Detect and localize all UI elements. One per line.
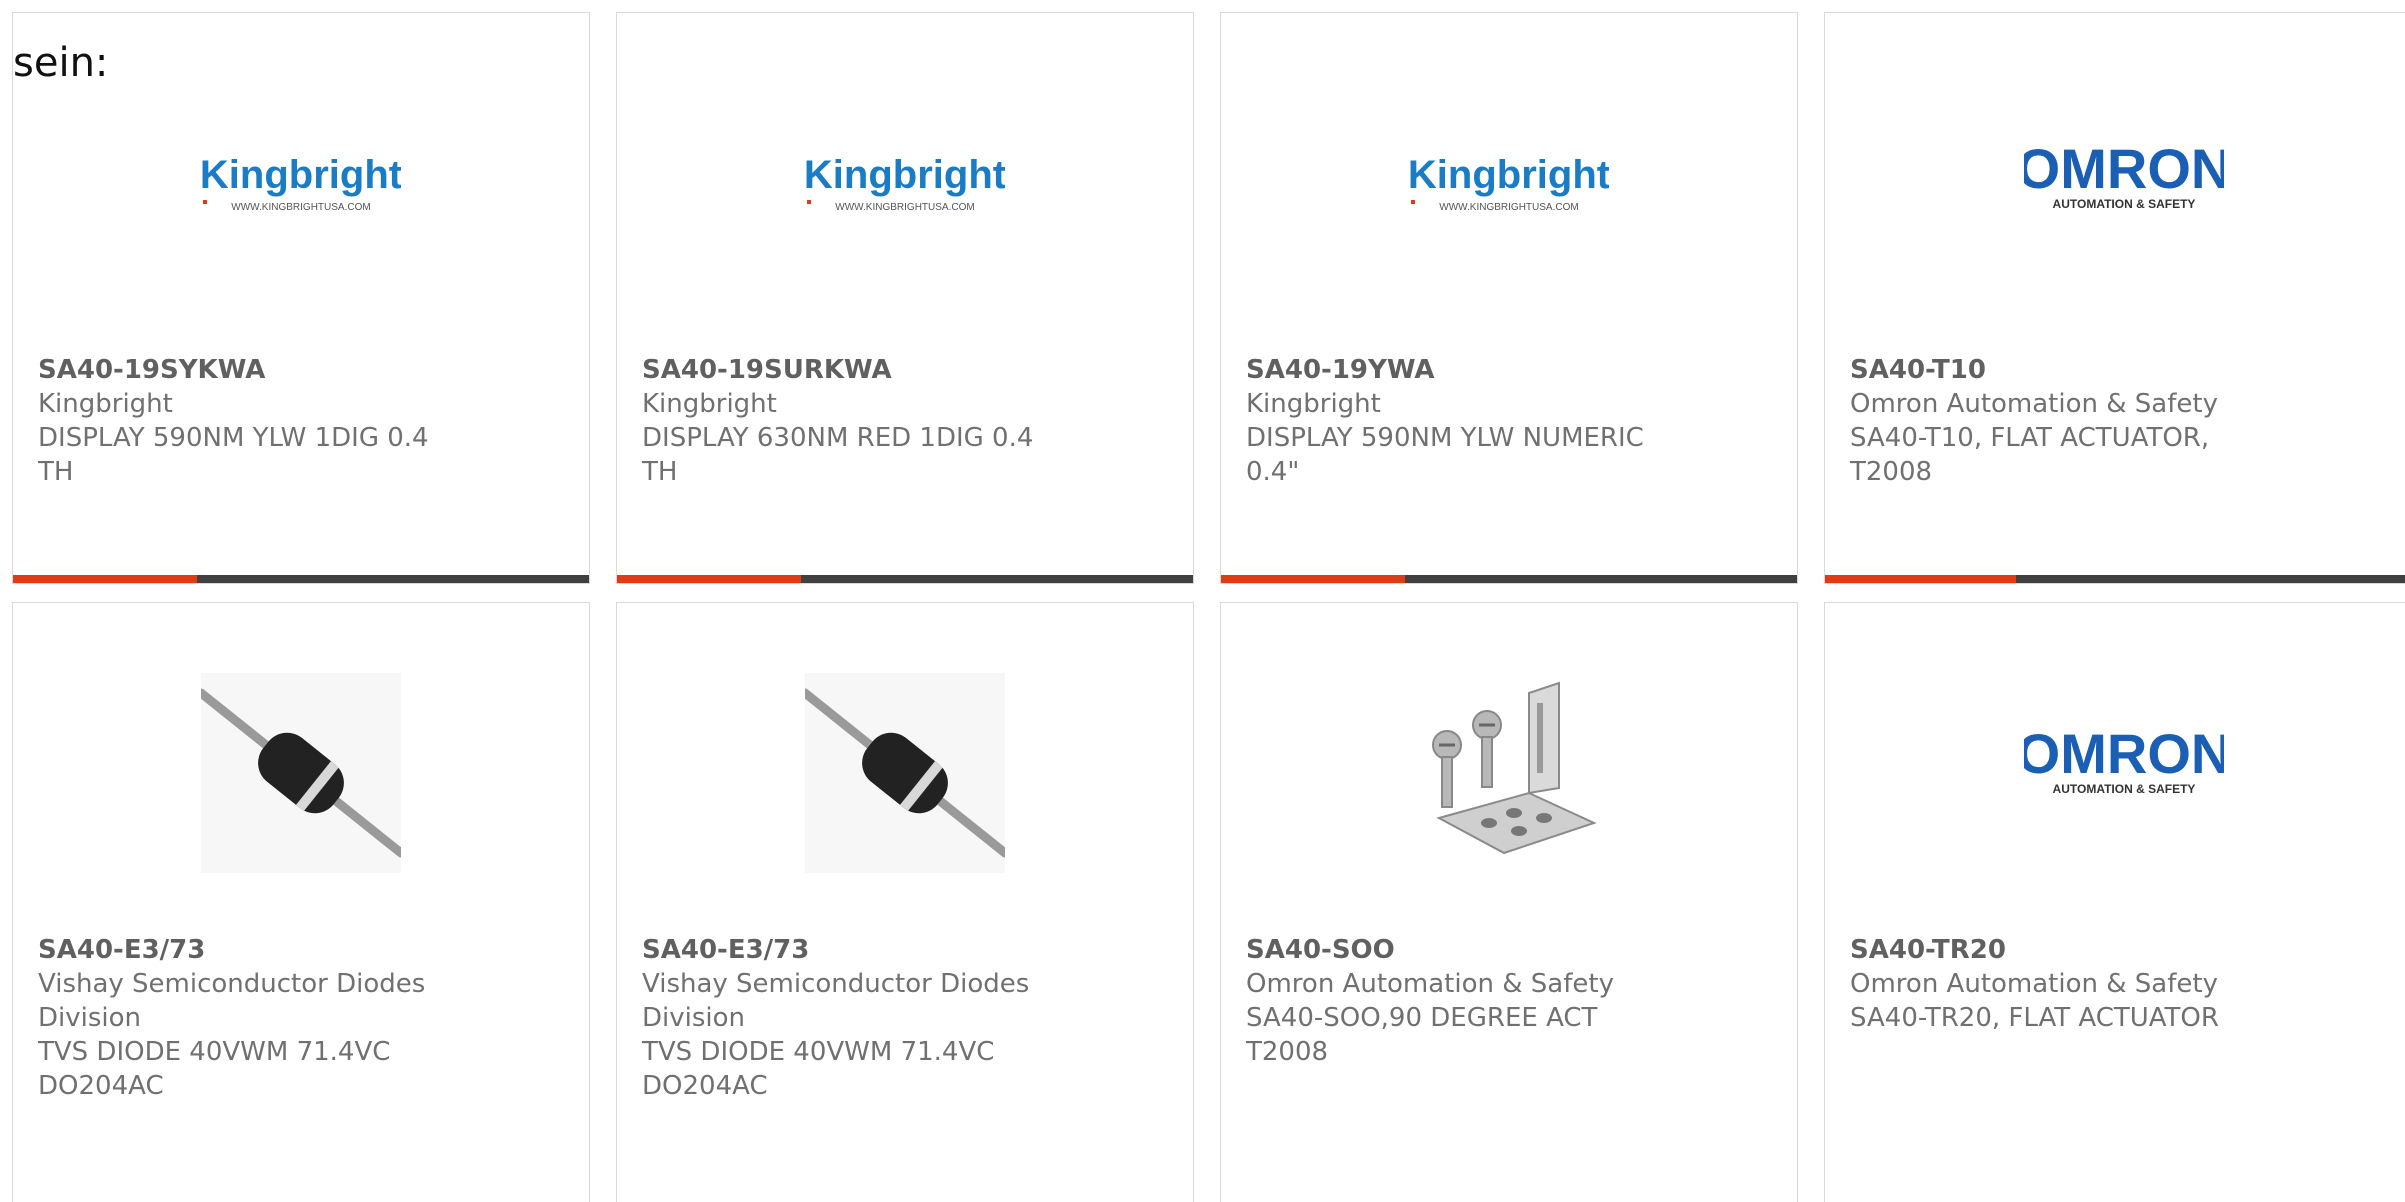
manufacturer: Omron Automation & Safety [1850,389,2218,419]
product-info: SA40-E3/73 Vishay Semiconductor Diodes D… [642,933,1062,1103]
description-line: DISPLAY 590NM YLW NUMERIC [1246,423,1644,453]
description-line: 0.4" [1246,457,1300,487]
manufacturer: Division [38,1003,142,1033]
kingbright-logo: Kingbright WWW.KINGBRIGHTUSA.COM [201,153,401,213]
product-card[interactable]: SA40-E3/73 Vishay Semiconductor Diodes D… [616,602,1194,1202]
description-line: DISPLAY 590NM YLW 1DIG 0.4 [38,423,429,453]
manufacturer: Kingbright [38,389,173,419]
manufacturer: Vishay Semiconductor Diodes [642,969,1030,999]
manufacturer: Kingbright [1246,389,1381,419]
product-info: SA40-TR20 Omron Automation & Safety SA40… [1850,933,2270,1035]
description-line: T2008 [1850,457,1933,487]
diode-photo [805,673,1005,873]
product-info: SA40-19SURKWA Kingbright DISPLAY 630NM R… [642,353,1062,489]
product-card[interactable]: Kingbright WWW.KINGBRIGHTUSA.COM SA40-19… [1220,12,1798,584]
product-info: SA40-T10 Omron Automation & Safety SA40-… [1850,353,2270,489]
kingbright-logo: Kingbright WWW.KINGBRIGHTUSA.COM [805,153,1005,213]
part-number[interactable]: SA40-T10 [1850,353,2270,387]
description-line: TH [642,457,678,487]
product-info: SA40-SOO Omron Automation & Safety SA40-… [1246,933,1666,1069]
bracket-photo [1409,673,1609,873]
description-line: TVS DIODE 40VWM 71.4VC [38,1037,391,1067]
svg-text:Kingbright: Kingbright [805,153,1005,197]
svg-text:WWW.KINGBRIGHTUSA.COM: WWW.KINGBRIGHTUSA.COM [231,202,370,213]
description-line: SA40-T10, FLAT ACTUATOR, [1850,423,2210,453]
svg-text:OMRON: OMRON [2024,137,2224,200]
product-info: SA40-19SYKWA Kingbright DISPLAY 590NM YL… [38,353,458,489]
svg-text:WWW.KINGBRIGHTUSA.COM: WWW.KINGBRIGHTUSA.COM [1439,202,1578,213]
part-number[interactable]: SA40-19SYKWA [38,353,458,387]
product-info: SA40-E3/73 Vishay Semiconductor Diodes D… [38,933,458,1103]
description-line: TH [38,457,74,487]
part-number[interactable]: SA40-E3/73 [642,933,1062,967]
omron-logo: OMRON AUTOMATION & SAFETY [2024,722,2224,796]
description-line: TVS DIODE 40VWM 71.4VC [642,1037,995,1067]
svg-text:AUTOMATION & SAFETY: AUTOMATION & SAFETY [2053,197,2196,211]
description-line: DISPLAY 630NM RED 1DIG 0.4 [642,423,1034,453]
part-number[interactable]: SA40-SOO [1246,933,1666,967]
svg-text:Kingbright: Kingbright [1409,153,1609,197]
svg-text:AUTOMATION & SAFETY: AUTOMATION & SAFETY [2053,782,2196,796]
manufacturer: Omron Automation & Safety [1850,969,2218,999]
accent-bar [1221,575,1797,583]
manufacturer: Vishay Semiconductor Diodes [38,969,426,999]
description-line: DO204AC [38,1071,164,1101]
omron-logo: OMRON AUTOMATION & SAFETY [2024,137,2224,211]
accent-bar [617,575,1193,583]
kingbright-logo: Kingbright WWW.KINGBRIGHTUSA.COM [1409,153,1609,213]
svg-text:WWW.KINGBRIGHTUSA.COM: WWW.KINGBRIGHTUSA.COM [835,202,974,213]
manufacturer: Omron Automation & Safety [1246,969,1614,999]
product-card[interactable]: SA40-E3/73 Vishay Semiconductor Diodes D… [12,602,590,1202]
description-line: DO204AC [642,1071,768,1101]
part-number[interactable]: SA40-19YWA [1246,353,1666,387]
svg-text:Kingbright: Kingbright [201,153,401,197]
product-card[interactable]: SA40-SOO Omron Automation & Safety SA40-… [1220,602,1798,1202]
product-card[interactable]: OMRON AUTOMATION & SAFETY SA40-TR20 Omro… [1824,602,2405,1202]
part-number[interactable]: SA40-E3/73 [38,933,458,967]
header-fragment: sein: [13,40,109,86]
part-number[interactable]: SA40-TR20 [1850,933,2270,967]
part-number[interactable]: SA40-19SURKWA [642,353,1062,387]
product-info: SA40-19YWA Kingbright DISPLAY 590NM YLW … [1246,353,1666,489]
manufacturer: Kingbright [642,389,777,419]
svg-text:OMRON: OMRON [2024,722,2224,785]
description-line: SA40-TR20, FLAT ACTUATOR [1850,1003,2219,1033]
product-card[interactable]: OMRON AUTOMATION & SAFETY SA40-T10 Omron… [1824,12,2405,584]
accent-bar [13,575,589,583]
diode-photo [201,673,401,873]
manufacturer: Division [642,1003,746,1033]
accent-bar [1825,575,2405,583]
description-line: SA40-SOO,90 DEGREE ACT T2008 [1246,1003,1598,1067]
product-card[interactable]: Kingbright WWW.KINGBRIGHTUSA.COM SA40-19… [616,12,1194,584]
product-card[interactable]: sein: Kingbright WWW.KINGBRIGHTUSA.COM S… [12,12,590,584]
